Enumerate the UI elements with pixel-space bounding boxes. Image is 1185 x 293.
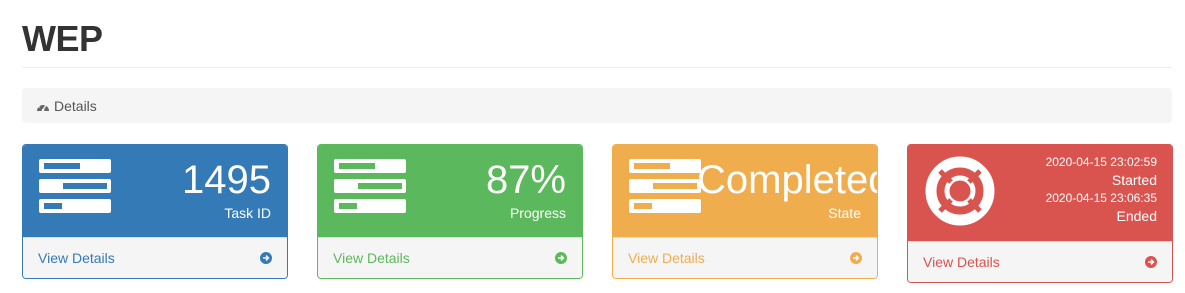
task-id-view-details-link[interactable]: View Details [23,237,287,278]
task-id-label: Task ID [224,205,271,221]
lifebuoy-icon [925,156,995,226]
time-view-details-link[interactable]: View Details [908,241,1172,282]
tasks-icon [629,159,701,213]
view-details-label: View Details [333,250,410,266]
progress-panel: 87% Progress View Details [317,144,583,279]
task-id-panel: 1495 Task ID View Details [22,144,288,279]
state-value: Completed [697,158,877,202]
progress-view-details-link[interactable]: View Details [318,237,582,278]
task-id-value: 1495 [182,158,271,202]
tasks-icon [334,159,406,213]
time-info: 2020-04-15 23:02:59 Started 2020-04-15 2… [1046,153,1157,225]
time-panel-heading: 2020-04-15 23:02:59 Started 2020-04-15 2… [908,145,1172,241]
state-label: State [828,205,861,221]
progress-value: 87% [485,158,566,202]
view-details-label: View Details [38,250,115,266]
task-id-panel-heading: 1495 Task ID [23,145,287,237]
ended-timestamp: 2020-04-15 23:06:35 [1045,191,1157,205]
progress-panel-heading: 87% Progress [318,145,582,237]
view-details-label: View Details [628,250,705,266]
started-label: Started [1111,172,1157,188]
breadcrumb: Details [22,88,1172,123]
state-panel-heading: Completed State [613,145,877,237]
arrow-circle-right-icon [260,252,272,264]
arrow-circle-right-icon [555,252,567,264]
dashboard-icon [37,102,49,111]
view-details-label: View Details [923,254,1000,270]
title-divider [22,67,1172,68]
time-panel: 2020-04-15 23:02:59 Started 2020-04-15 2… [907,144,1173,283]
arrow-circle-right-icon [1145,256,1157,268]
started-timestamp: 2020-04-15 23:02:59 [1045,155,1157,169]
ended-label: Ended [1116,208,1157,224]
breadcrumb-label: Details [54,97,97,114]
page-title: WEP [22,18,103,59]
arrow-circle-right-icon [850,252,862,264]
state-panel: Completed State View Details [612,144,878,279]
progress-label: Progress [509,205,566,221]
state-view-details-link[interactable]: View Details [613,237,877,278]
tasks-icon [39,159,111,213]
